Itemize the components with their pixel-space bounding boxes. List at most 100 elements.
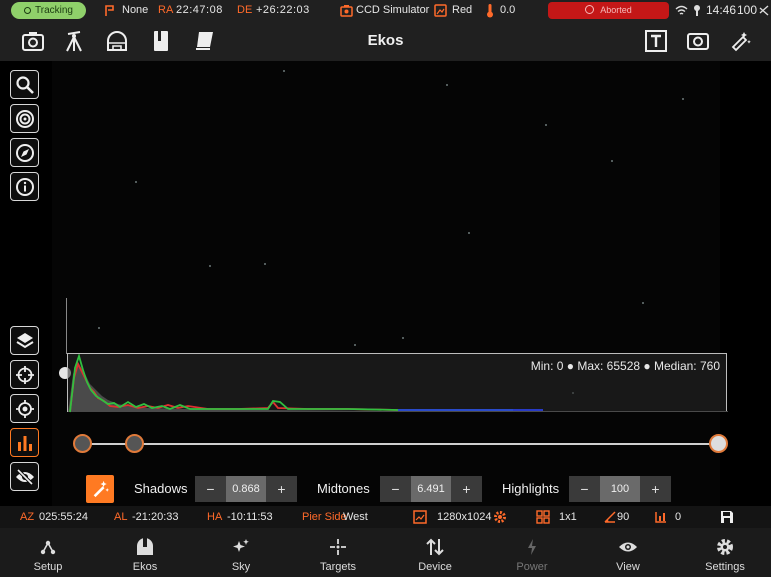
az-value: 025:55:24: [39, 511, 88, 523]
nav-label: Setup: [33, 561, 63, 573]
status-bar: Tracking None RA 22:47:08 DE +26:22:03 C…: [0, 0, 771, 21]
gps-button[interactable]: [10, 394, 39, 423]
crosshair-button[interactable]: [10, 360, 39, 389]
nav-targets[interactable]: Targets: [290, 528, 386, 577]
ra-value: 22:47:08: [176, 4, 223, 16]
shadows-stepper: − 0.868 +: [195, 476, 297, 502]
ekos-icon: [137, 538, 153, 555]
nav-label: Targets: [319, 561, 357, 573]
offset-icon: [655, 512, 666, 523]
filter-icon: [434, 4, 447, 17]
star: [611, 160, 613, 162]
page-title: Ekos: [367, 32, 404, 49]
midtones-value[interactable]: 6.491: [411, 476, 451, 502]
image-viewer[interactable]: [52, 61, 720, 506]
nav-device[interactable]: Device: [387, 528, 483, 577]
shadows-increment-button[interactable]: +: [266, 476, 297, 502]
star: [446, 84, 448, 86]
shadows-slider-handle[interactable]: [73, 434, 92, 453]
zoom-button[interactable]: [10, 70, 39, 99]
resolution-value: 1280x1024: [437, 511, 492, 523]
star: [402, 337, 404, 339]
star: [283, 70, 285, 72]
location-pin-icon: [694, 5, 700, 16]
histogram-button[interactable]: [10, 428, 39, 457]
histogram-level-line: [66, 298, 67, 354]
flat-panel-icon[interactable]: [193, 29, 217, 53]
shadows-decrement-button[interactable]: −: [195, 476, 226, 502]
highlights-slider-handle[interactable]: [709, 434, 728, 453]
bottom-navigation: Setup Ekos Sky Targets Device Power View…: [0, 528, 771, 577]
midtones-stepper: − 6.491 +: [380, 476, 482, 502]
frame-preview-icon[interactable]: [686, 29, 710, 53]
star: [209, 265, 211, 267]
mount-tripod-icon[interactable]: [62, 29, 86, 53]
nav-label: Sky: [231, 561, 251, 573]
park-status: None: [122, 4, 149, 16]
highlights-value[interactable]: 100: [600, 476, 640, 502]
text-overlay-icon[interactable]: [644, 29, 668, 53]
shadows-label: Shadows: [134, 481, 188, 496]
auto-stretch-button[interactable]: [86, 475, 114, 503]
logbook-icon[interactable]: [149, 29, 173, 53]
shadows-value[interactable]: 0.868: [226, 476, 266, 502]
resolution-settings-gear-icon[interactable]: [493, 510, 507, 524]
compass-button[interactable]: [10, 138, 39, 167]
nav-settings[interactable]: Settings: [677, 528, 771, 577]
midtones-increment-button[interactable]: +: [451, 476, 482, 502]
binning-value: 1x1: [559, 511, 577, 523]
temperature-value: 0.0: [500, 4, 516, 16]
hide-overlay-button[interactable]: [10, 462, 39, 491]
eye-off-icon: [15, 468, 34, 485]
nav-label: Device: [418, 561, 452, 573]
midtones-decrement-button[interactable]: −: [380, 476, 411, 502]
search-icon: [15, 75, 34, 94]
dome-icon[interactable]: [105, 29, 129, 53]
top-toolbar: Ekos: [0, 21, 771, 61]
star: [98, 327, 100, 329]
star: [354, 344, 356, 346]
auto-stretch-toggle-icon[interactable]: [729, 29, 753, 53]
highlights-increment-button[interactable]: +: [640, 476, 671, 502]
stretch-range-track[interactable]: [82, 443, 718, 445]
star: [264, 263, 266, 265]
save-icon[interactable]: [720, 510, 734, 524]
bar-chart-icon: [17, 435, 32, 451]
nav-view[interactable]: View: [580, 528, 676, 577]
star: [642, 302, 644, 304]
az-label: AZ: [20, 511, 35, 523]
nav-sky[interactable]: Sky: [193, 528, 289, 577]
device-icon: [426, 538, 444, 556]
nav-label: Power: [516, 561, 548, 573]
histogram-stats: Min: 0 ● Max: 65528 ● Median: 760: [530, 359, 720, 373]
nav-label: Ekos: [132, 561, 158, 573]
battery-level: 100: [737, 3, 758, 17]
mount-info-bar: AZ 025:55:24 AL -21:20:33 HA -10:11:53 P…: [0, 506, 771, 528]
nav-power[interactable]: Power: [484, 528, 580, 577]
highlights-decrement-button[interactable]: −: [569, 476, 600, 502]
filter-name: Red: [452, 4, 473, 16]
pier-side-value: West: [343, 511, 368, 523]
target-icon: [15, 109, 34, 128]
gps-fixed-icon: [15, 399, 34, 418]
binning-icon: [536, 510, 550, 524]
tracking-status-badge[interactable]: Tracking: [11, 2, 86, 19]
offset-value: 0: [675, 511, 682, 523]
rotation-icon: [604, 511, 616, 523]
crosshair-icon: [15, 365, 34, 384]
rotation-value: 90: [617, 511, 630, 523]
targets-icon: [330, 539, 346, 555]
ha-value: -10:11:53: [227, 511, 273, 523]
target-button[interactable]: [10, 104, 39, 133]
layers-button[interactable]: [10, 326, 39, 355]
al-label: AL: [114, 511, 128, 523]
histogram-panel: Min: 0 ● Max: 65528 ● Median: 760: [67, 353, 728, 413]
midtones-slider-handle[interactable]: [125, 434, 144, 453]
nav-setup[interactable]: Setup: [0, 528, 96, 577]
job-status-badge[interactable]: Aborted: [548, 2, 669, 19]
highlights-stepper: − 100 +: [569, 476, 671, 502]
info-button[interactable]: [10, 172, 39, 201]
clock: 14:46: [706, 3, 737, 17]
nav-ekos[interactable]: Ekos: [97, 528, 193, 577]
capture-camera-icon[interactable]: [21, 29, 45, 53]
